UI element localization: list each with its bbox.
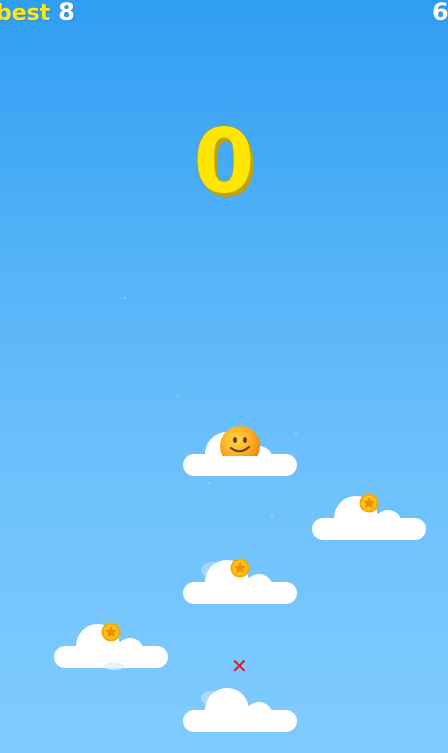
best-score: best 8: [0, 0, 75, 32]
coin-count: 6: [432, 0, 448, 26]
sparkle: [271, 515, 273, 517]
best-label: best: [0, 1, 51, 26]
best-value: 8: [58, 0, 75, 26]
star-coin-icon: [230, 558, 250, 578]
star-coin-icon: [101, 622, 121, 642]
sparkle: [124, 297, 126, 299]
cloud-platform: [183, 686, 297, 734]
smiley-ball-icon: [219, 424, 261, 460]
sparkle: [208, 482, 210, 484]
current-score: 0: [193, 110, 255, 213]
red-x-icon: ✕: [231, 654, 248, 678]
star-coin-icon: [359, 493, 379, 513]
sparkle: [177, 395, 179, 397]
